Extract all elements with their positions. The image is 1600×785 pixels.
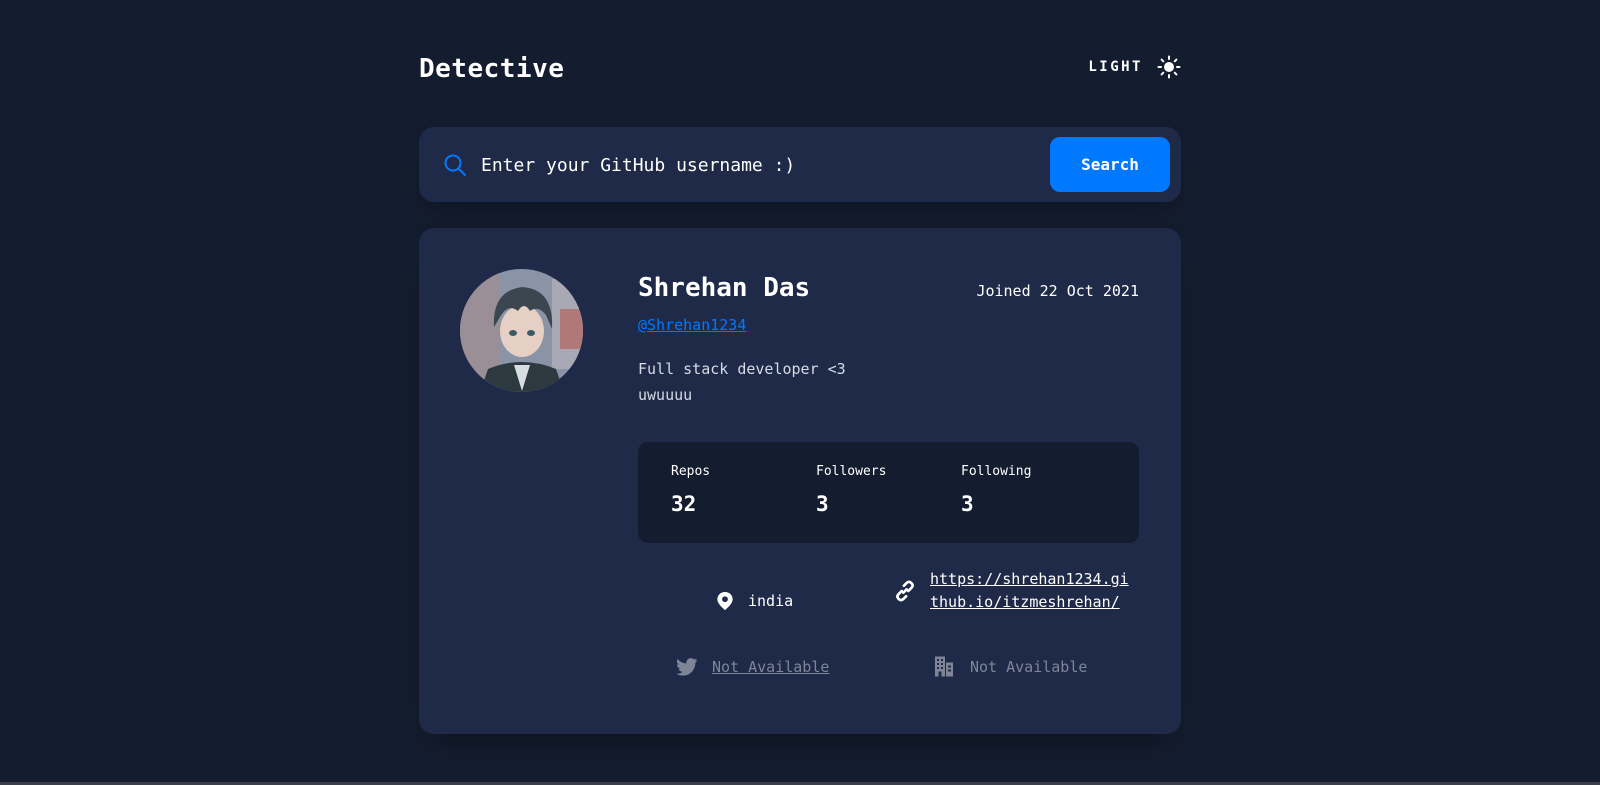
stat-following-value: 3 [961,492,974,516]
sun-icon [1157,55,1181,79]
company-text: Not Available [970,657,1088,676]
theme-toggle-label: LIGHT [1088,59,1143,75]
blog-link[interactable]: https://shrehan1234.github.io/itzmeshreh… [930,568,1135,614]
profile-card: Shrehan Das Joined 22 Oct 2021 @Shrehan1… [419,228,1181,734]
company-item: Not Available [934,656,1087,677]
stat-followers: Followers 3 [816,464,886,516]
blog-item: https://shrehan1234.github.io/itzmeshreh… [894,568,1135,614]
avatar [460,269,583,392]
app-title: Detective [419,54,565,84]
location-item: india [716,590,793,612]
building-icon [935,656,953,677]
twitter-item: Not Available [676,658,829,676]
profile-name: Shrehan Das [638,273,811,303]
bio-line: Full stack developer <3 [638,360,846,378]
twitter-icon [676,658,698,676]
location-pin-icon [717,592,733,610]
theme-toggle[interactable]: LIGHT [1088,52,1181,82]
profile-handle-link[interactable]: @Shrehan1234 [638,316,746,334]
search-button[interactable]: Search [1050,137,1170,192]
search-icon [444,154,466,176]
stats-panel: Repos 32 Followers 3 Following 3 [638,442,1139,543]
header: Detective LIGHT [419,52,1181,92]
stat-following: Following 3 [961,464,1031,516]
stat-followers-value: 3 [816,492,829,516]
bio-line: uwuuuu [638,386,693,404]
profile-links: india https://shrehan1234.github.io/itzm… [638,568,1139,698]
search-input[interactable] [481,143,1026,187]
search-bar: Search [419,127,1181,202]
stat-followers-label: Followers [816,464,887,479]
profile-bio: Full stack developer <3 uwuuuu [638,356,898,408]
stat-repos: Repos 32 [671,464,710,516]
twitter-link[interactable]: Not Available [712,658,829,676]
location-text: india [748,592,794,610]
link-icon [896,580,914,602]
stat-following-label: Following [961,464,1032,479]
app-container: Detective LIGHT Enter your GitHub userna… [419,0,1181,785]
stat-repos-value: 32 [671,492,697,516]
stat-repos-label: Repos [671,464,711,479]
joined-date: Joined 22 Oct 2021 [976,282,1139,300]
